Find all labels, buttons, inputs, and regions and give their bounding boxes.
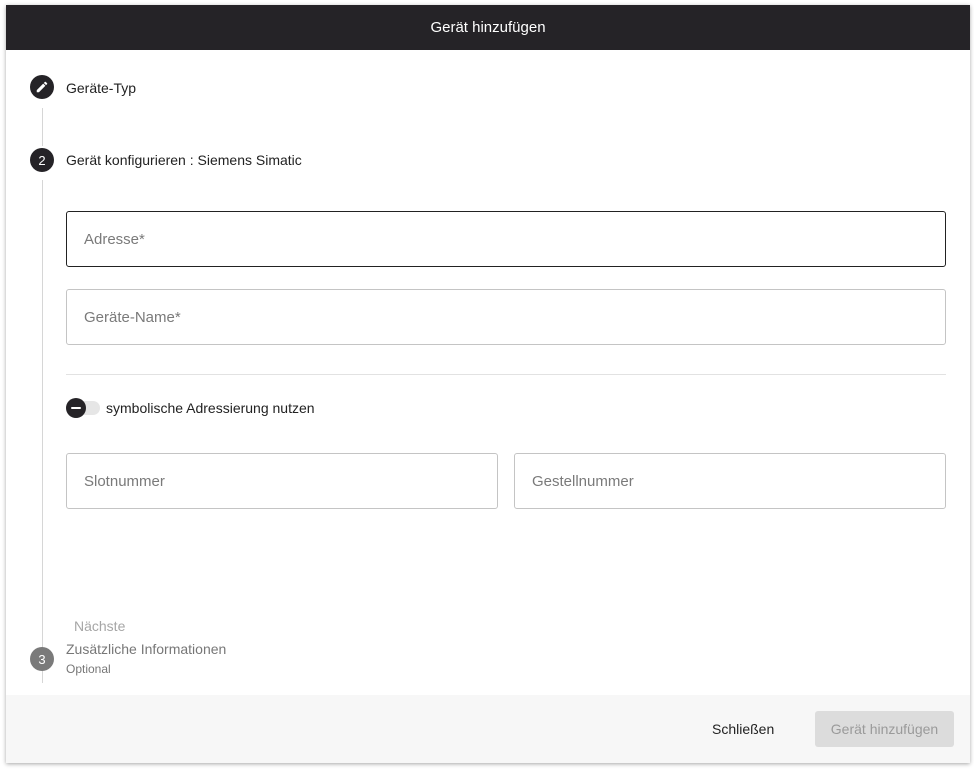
rack-number-input[interactable]: [530, 471, 945, 491]
form-divider: [66, 374, 946, 375]
toggle-minus-icon[interactable]: [66, 398, 86, 418]
pencil-icon: [36, 81, 48, 93]
step-connector: [42, 180, 43, 683]
dialog-footer: Schließen Gerät hinzufügen: [6, 695, 970, 763]
device-name-field[interactable]: [66, 289, 946, 345]
close-button[interactable]: Schließen: [702, 711, 784, 747]
address-field[interactable]: [66, 211, 946, 267]
address-input[interactable]: [82, 229, 945, 249]
dialog-title: Gerät hinzufügen: [430, 19, 546, 36]
dialog-titlebar: Gerät hinzufügen: [6, 5, 970, 50]
add-device-dialog: Gerät hinzufügen Geräte-Typ 2 Gerät konf…: [6, 5, 970, 763]
step-1-pencil-icon[interactable]: [30, 75, 54, 99]
slot-number-field[interactable]: [66, 453, 498, 509]
step-2-label[interactable]: Gerät konfigurieren : Siemens Simatic: [66, 152, 302, 168]
step-3-number[interactable]: 3: [30, 647, 54, 671]
step-connector: [42, 108, 43, 146]
rack-number-field[interactable]: [514, 453, 946, 509]
step-1-label[interactable]: Geräte-Typ: [66, 80, 136, 96]
toggle-track[interactable]: [66, 398, 100, 418]
add-device-button[interactable]: Gerät hinzufügen: [815, 711, 954, 747]
toggle-label: symbolische Adressierung nutzen: [106, 400, 315, 416]
symbolic-addressing-toggle[interactable]: symbolische Adressierung nutzen: [66, 398, 315, 418]
next-button[interactable]: Nächste: [66, 612, 133, 640]
step-3-optional-label: Optional: [66, 662, 111, 676]
step-2-number[interactable]: 2: [30, 148, 54, 172]
slot-number-input[interactable]: [82, 471, 497, 491]
stepper: Geräte-Typ 2 Gerät konfigurieren : Sieme…: [6, 50, 970, 695]
device-name-input[interactable]: [82, 307, 945, 327]
step-3-label[interactable]: Zusätzliche Informationen: [66, 641, 226, 657]
